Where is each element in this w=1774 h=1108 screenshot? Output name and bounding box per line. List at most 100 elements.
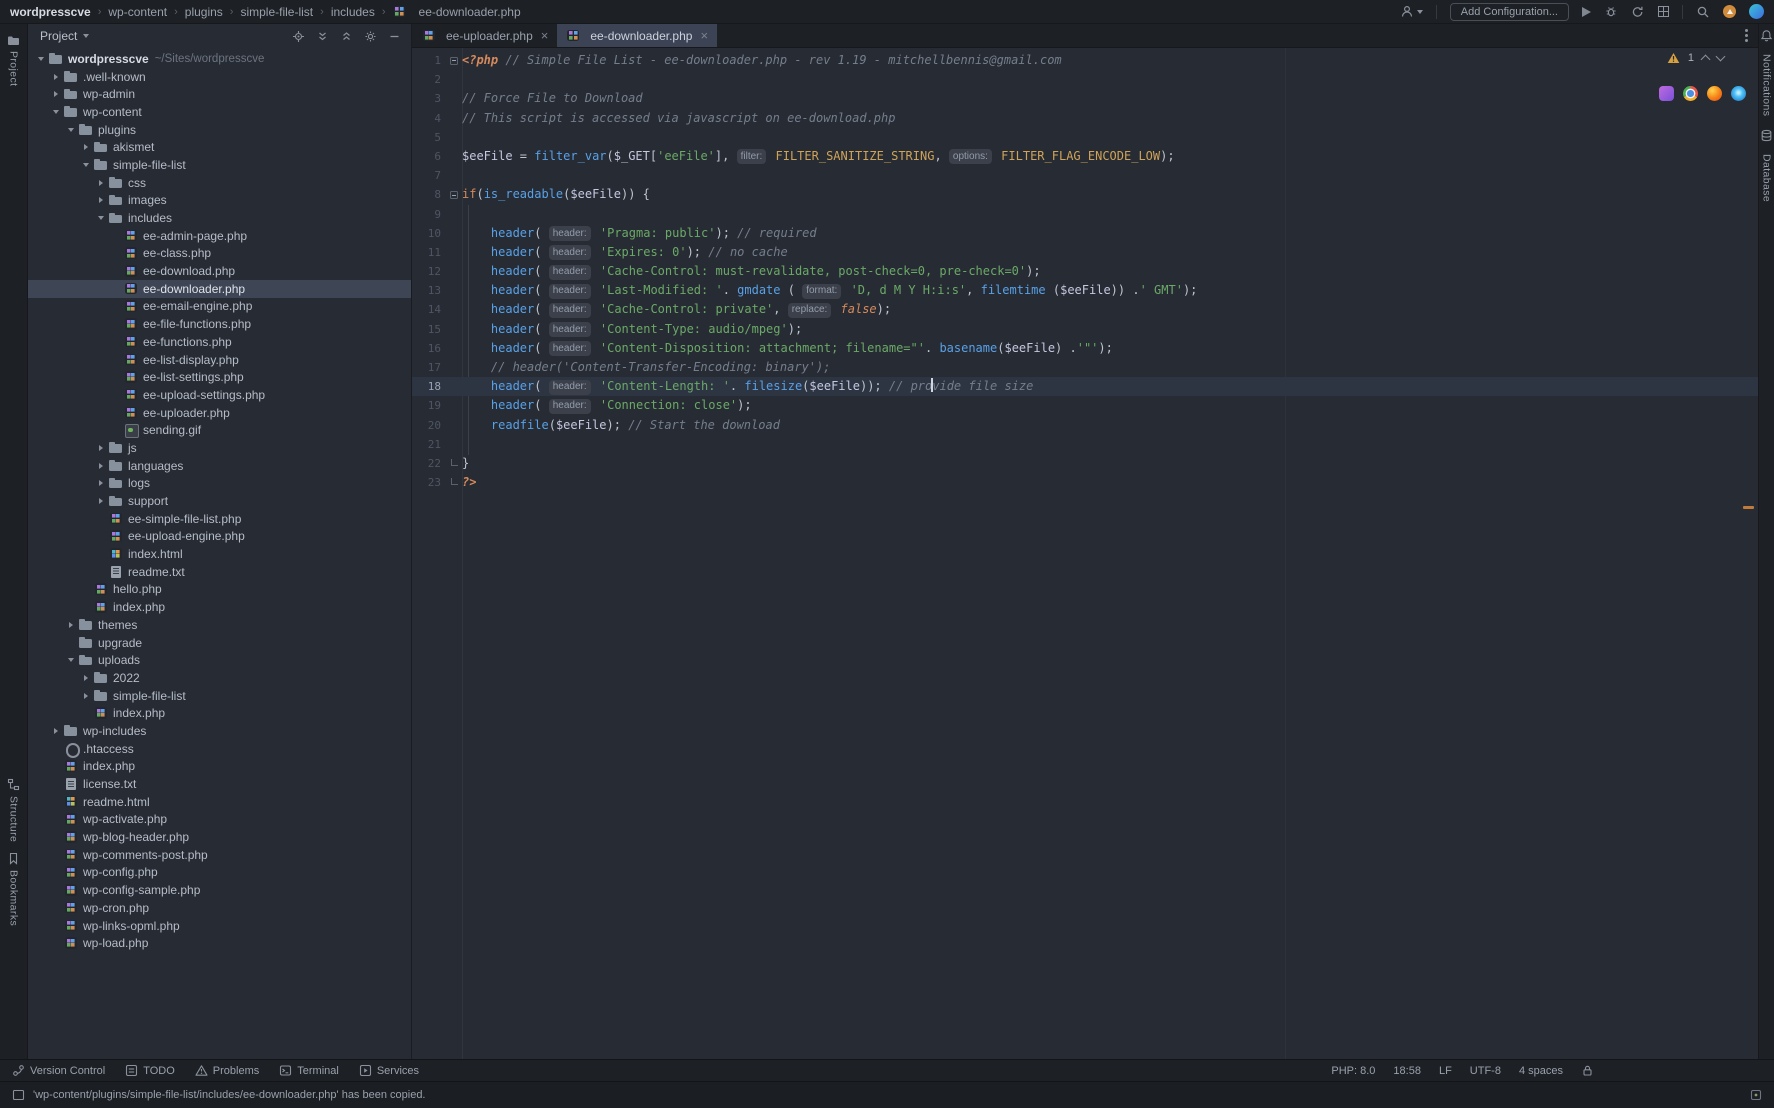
tool-stripe-label[interactable]: Notifications <box>1761 54 1773 116</box>
tool-stripe-structure[interactable]: Structure <box>7 773 20 847</box>
tree-item[interactable]: ee-class.php <box>28 245 411 263</box>
tree-item[interactable]: ee-file-functions.php <box>28 315 411 333</box>
tree-item[interactable]: ee-downloader.php <box>28 280 411 298</box>
code-line-6[interactable]: 6$eeFile = filter_var($_GET['eeFile'], f… <box>412 147 1758 166</box>
line-number[interactable]: 1 <box>412 51 446 70</box>
chevron-right-icon[interactable] <box>94 459 107 472</box>
chevron-right-icon[interactable] <box>79 689 92 702</box>
tree-item[interactable]: ee-list-settings.php <box>28 368 411 386</box>
chevron-down-icon[interactable] <box>49 105 62 118</box>
notifications-button[interactable] <box>1760 29 1773 47</box>
tree-item[interactable]: upgrade <box>28 634 411 652</box>
breadcrumb-item[interactable]: simple-file-list <box>240 5 313 19</box>
line-number[interactable]: 4 <box>412 109 446 128</box>
status-widget[interactable]: PHP: 8.0 <box>1331 1065 1375 1077</box>
tree-item[interactable]: index.html <box>28 545 411 563</box>
line-number[interactable]: 20 <box>412 416 446 435</box>
line-number[interactable]: 5 <box>412 128 446 147</box>
inspections-widget[interactable]: 1 <box>1667 52 1724 64</box>
tab-close-icon[interactable]: × <box>541 29 549 42</box>
tree-item[interactable]: index.php <box>28 704 411 722</box>
code-line-23[interactable]: 23?> <box>412 473 1758 492</box>
breadcrumb-item[interactable]: includes <box>331 5 375 19</box>
code-line-12[interactable]: 12 header( header: 'Cache-Control: must-… <box>412 262 1758 281</box>
tree-item[interactable]: hello.php <box>28 581 411 599</box>
tree-item[interactable]: ee-list-display.php <box>28 351 411 369</box>
tool-stripe-bookmarks[interactable]: Bookmarks <box>7 847 20 931</box>
chevron-down-icon[interactable] <box>83 34 89 38</box>
line-number[interactable]: 16 <box>412 339 446 358</box>
fold-marker[interactable] <box>446 480 462 485</box>
breadcrumb-item[interactable]: wp-content <box>108 5 167 19</box>
editor-tab[interactable]: ee-downloader.php× <box>557 24 717 47</box>
project-panel-title[interactable]: Project <box>40 29 77 43</box>
tree-item[interactable]: ee-download.php <box>28 262 411 280</box>
add-configuration-button[interactable]: Add Configuration... <box>1450 3 1569 21</box>
line-number[interactable]: 2 <box>412 70 446 89</box>
next-problem-icon[interactable] <box>1716 52 1726 62</box>
chevron-down-icon[interactable] <box>94 212 107 225</box>
code-line-14[interactable]: 14 header( header: 'Cache-Control: priva… <box>412 300 1758 319</box>
scrollbar-warning-mark[interactable] <box>1743 506 1754 509</box>
browser-firefox-icon[interactable] <box>1707 86 1722 101</box>
chevron-right-icon[interactable] <box>79 141 92 154</box>
breadcrumb-item[interactable]: ee-downloader.php <box>419 5 521 19</box>
code-line-18[interactable]: 18 header( header: 'Content-Length: '. f… <box>412 377 1758 396</box>
tree-item[interactable]: support <box>28 492 411 510</box>
tree-item[interactable]: readme.html <box>28 793 411 811</box>
tab-options-button[interactable] <box>1745 29 1748 42</box>
code-line-21[interactable]: 21 <box>412 435 1758 454</box>
chevron-right-icon[interactable] <box>64 618 77 631</box>
tree-item[interactable]: license.txt <box>28 775 411 793</box>
collaboration-button[interactable] <box>1400 5 1423 18</box>
tool-stripe-label[interactable]: Database <box>1761 154 1773 202</box>
line-number[interactable]: 21 <box>412 435 446 454</box>
line-number[interactable]: 10 <box>412 224 446 243</box>
tool-stripe-project[interactable]: Project <box>7 30 20 91</box>
tree-item[interactable]: uploads <box>28 651 411 669</box>
toolwindow-button-services[interactable]: Services <box>359 1064 419 1077</box>
line-number[interactable]: 8 <box>412 185 446 204</box>
code-line-15[interactable]: 15 header( header: 'Content-Type: audio/… <box>412 320 1758 339</box>
tree-item[interactable]: css <box>28 174 411 192</box>
settings-button[interactable] <box>364 30 377 43</box>
tree-item[interactable]: languages <box>28 457 411 475</box>
code-line-4[interactable]: 4// This script is accessed via javascri… <box>412 109 1758 128</box>
fold-marker[interactable] <box>446 461 462 466</box>
tree-item[interactable]: themes <box>28 616 411 634</box>
line-number[interactable]: 3 <box>412 89 446 108</box>
code-editor[interactable]: 1<?php // Simple File List - ee-download… <box>412 48 1758 1059</box>
code-line-1[interactable]: 1<?php // Simple File List - ee-download… <box>412 51 1758 70</box>
collapse-all-button[interactable] <box>340 30 353 43</box>
tree-item[interactable]: index.php <box>28 598 411 616</box>
tree-item[interactable]: readme.txt <box>28 563 411 581</box>
tree-item[interactable]: simple-file-list <box>28 687 411 705</box>
editor-tab[interactable]: ee-uploader.php× <box>413 24 557 47</box>
code-line-10[interactable]: 10 header( header: 'Pragma: public'); //… <box>412 224 1758 243</box>
chevron-down-icon[interactable] <box>64 654 77 667</box>
chevron-down-icon[interactable] <box>79 158 92 171</box>
chevron-right-icon[interactable] <box>49 724 62 737</box>
previous-problem-icon[interactable] <box>1701 55 1711 65</box>
code-line-9[interactable]: 9 <box>412 205 1758 224</box>
chevron-right-icon[interactable] <box>49 70 62 83</box>
tree-item[interactable]: 2022 <box>28 669 411 687</box>
rerun-button[interactable] <box>1631 5 1645 18</box>
fold-marker[interactable] <box>446 57 462 65</box>
line-number[interactable]: 11 <box>412 243 446 262</box>
chevron-right-icon[interactable] <box>94 441 107 454</box>
tree-item[interactable]: index.php <box>28 758 411 776</box>
line-number[interactable]: 15 <box>412 320 446 339</box>
tree-item[interactable]: includes <box>28 209 411 227</box>
tree-item[interactable]: wp-content <box>28 103 411 121</box>
browser-safari-icon[interactable] <box>1731 86 1746 101</box>
code-line-8[interactable]: 8if(is_readable($eeFile)) { <box>412 185 1758 204</box>
tree-item[interactable]: wp-links-opml.php <box>28 917 411 935</box>
browser-chrome-icon[interactable] <box>1683 86 1698 101</box>
update-indicator[interactable] <box>1723 5 1736 18</box>
code-line-17[interactable]: 17 // header('Content-Transfer-Encoding:… <box>412 358 1758 377</box>
line-number[interactable]: 7 <box>412 166 446 185</box>
tree-item[interactable]: wp-comments-post.php <box>28 846 411 864</box>
chevron-right-icon[interactable] <box>94 194 107 207</box>
tab-close-icon[interactable]: × <box>700 29 708 42</box>
